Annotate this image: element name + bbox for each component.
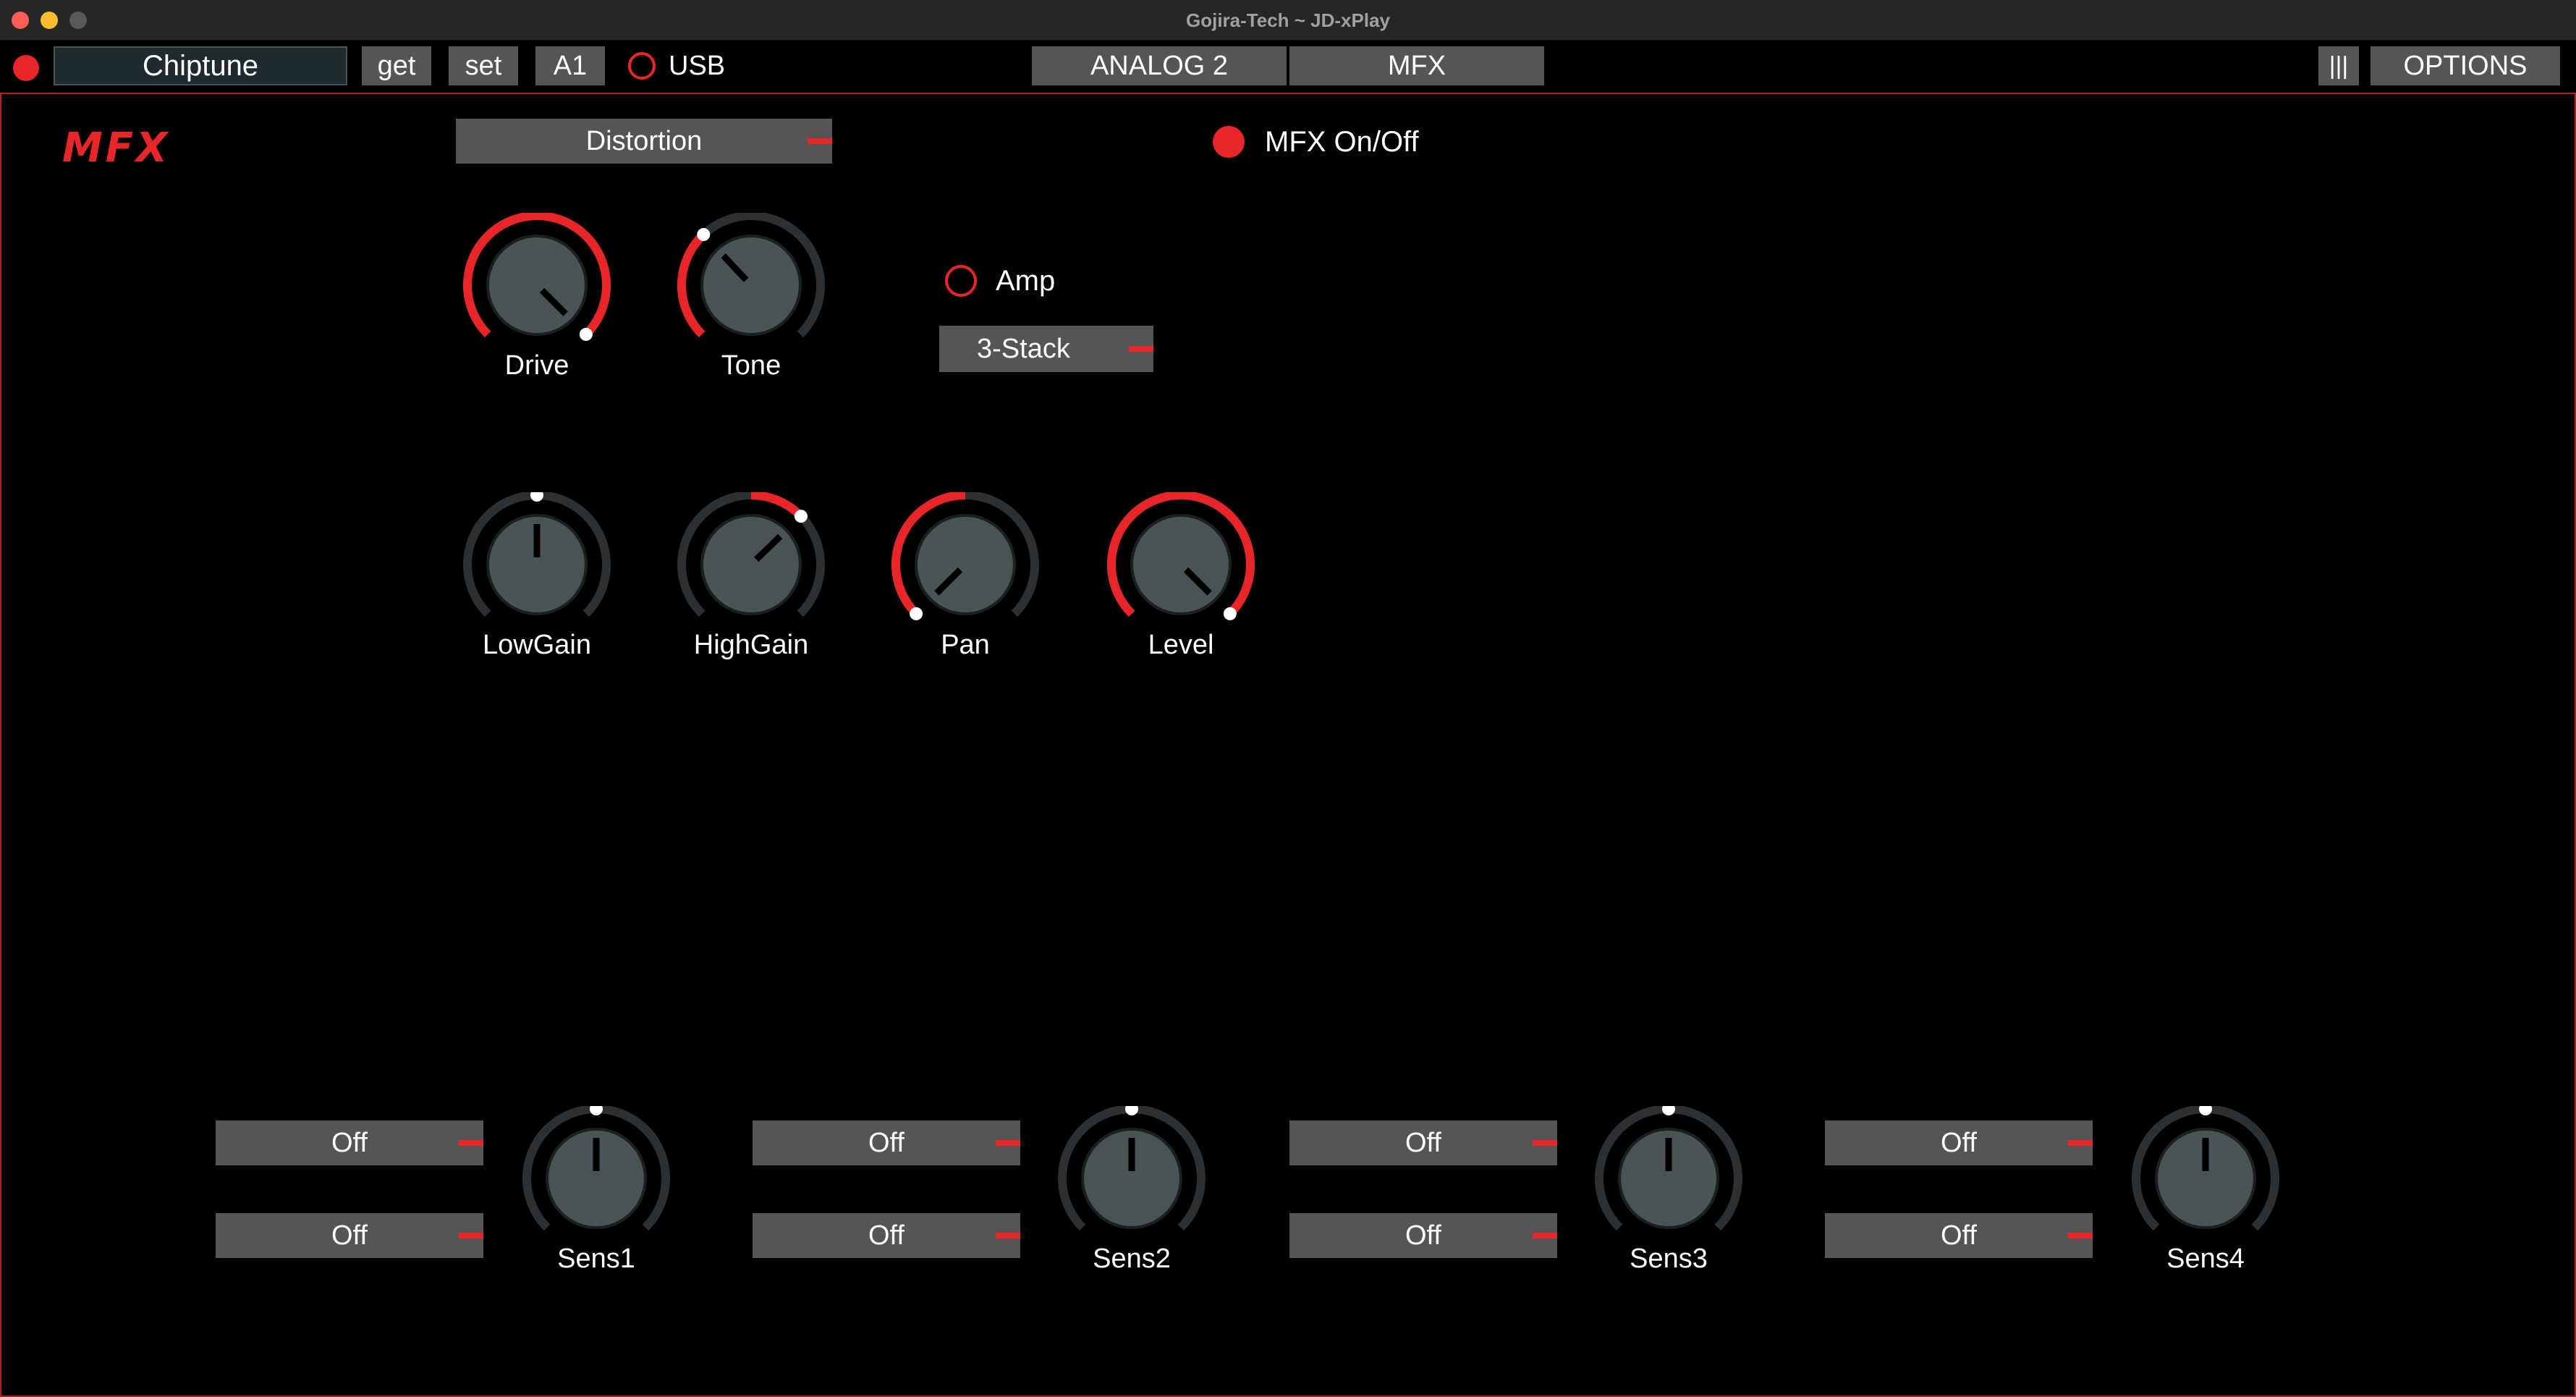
amp-type-select[interactable]: 3-Stack bbox=[939, 326, 1153, 372]
tab-mfx[interactable]: MFX bbox=[1289, 46, 1544, 85]
select-value: Off bbox=[331, 1220, 368, 1251]
knob-body bbox=[915, 514, 1016, 615]
knob-value-dot bbox=[590, 1106, 603, 1115]
get-button[interactable]: get bbox=[362, 46, 431, 85]
knob-value-dot bbox=[1662, 1106, 1675, 1115]
select-value: Off bbox=[1941, 1128, 1977, 1158]
send-4-source-a-select[interactable]: Off bbox=[1825, 1120, 2093, 1165]
knob-graphic bbox=[891, 492, 1039, 620]
knob-highgain[interactable]: HighGain bbox=[671, 492, 831, 660]
knob-label: Sens3 bbox=[1630, 1244, 1708, 1274]
mfx-panel: MFX Distortion MFX On/Off Amp 3-Stack Dr… bbox=[0, 93, 2576, 1397]
knob-graphic bbox=[1595, 1106, 1742, 1231]
knob-graphic bbox=[1107, 492, 1255, 620]
mfx-logo: MFX bbox=[62, 124, 171, 172]
knob-label: LowGain bbox=[483, 630, 591, 660]
knob-graphic bbox=[677, 492, 825, 617]
set-button[interactable]: set bbox=[449, 46, 518, 85]
select-value: Off bbox=[1405, 1220, 1441, 1251]
knob-graphic bbox=[522, 1106, 670, 1231]
select-value: Off bbox=[1405, 1128, 1441, 1158]
knob-sens2[interactable]: Sens2 bbox=[1052, 1106, 1211, 1274]
mfx-type-value: Distortion bbox=[585, 126, 703, 156]
knob-body bbox=[700, 514, 802, 615]
knob-value-dot bbox=[1125, 1106, 1138, 1115]
knob-graphic bbox=[677, 213, 825, 338]
options-button[interactable]: OPTIONS bbox=[2370, 46, 2560, 85]
knob-label: Pan bbox=[941, 630, 990, 660]
mfx-onoff-label: MFX On/Off bbox=[1265, 126, 1419, 158]
knob-value-arc bbox=[677, 231, 707, 338]
usb-radio[interactable] bbox=[628, 52, 656, 80]
dropdown-indicator-icon bbox=[1533, 1233, 1557, 1238]
knob-sens4[interactable]: Sens4 bbox=[2126, 1106, 2285, 1274]
knob-value-arc bbox=[750, 492, 805, 520]
knob-drive[interactable]: Drive bbox=[457, 213, 617, 381]
dropdown-indicator-icon bbox=[459, 1140, 483, 1146]
toolbar: Chiptune get set A1 USB ANALOG 2 MFX |||… bbox=[0, 41, 2576, 93]
knob-level[interactable]: Level bbox=[1101, 492, 1261, 660]
select-value: Off bbox=[868, 1220, 904, 1251]
title-bar: Gojira-Tech ~ JD-xPlay bbox=[0, 0, 2576, 41]
dropdown-indicator-icon bbox=[996, 1140, 1020, 1146]
send-4-source-b-select[interactable]: Off bbox=[1825, 1213, 2093, 1258]
amp-label: Amp bbox=[996, 265, 1056, 297]
knob-value-dot bbox=[910, 607, 923, 620]
knob-label: Tone bbox=[721, 350, 781, 381]
patch-name-field[interactable]: Chiptune bbox=[54, 46, 347, 85]
send-2-source-a-select[interactable]: Off bbox=[753, 1120, 1020, 1165]
knob-label: Level bbox=[1148, 630, 1214, 660]
knob-value-dot bbox=[1223, 607, 1237, 620]
dropdown-indicator-icon bbox=[2068, 1140, 2093, 1146]
usb-label: USB bbox=[669, 51, 726, 81]
knob-label: Drive bbox=[504, 350, 569, 381]
knob-tone[interactable]: Tone bbox=[671, 213, 831, 381]
mfx-onoff-toggle[interactable] bbox=[1213, 126, 1245, 158]
send-3-source-a-select[interactable]: Off bbox=[1289, 1120, 1557, 1165]
menu-icon[interactable]: ||| bbox=[2318, 46, 2359, 85]
window-title: Gojira-Tech ~ JD-xPlay bbox=[1185, 9, 1390, 31]
knob-sens3[interactable]: Sens3 bbox=[1589, 1106, 1748, 1274]
select-value: Off bbox=[868, 1128, 904, 1158]
knob-label: Sens1 bbox=[557, 1244, 635, 1274]
knob-value-dot bbox=[530, 492, 543, 502]
amp-toggle[interactable] bbox=[945, 265, 977, 297]
knob-body bbox=[1130, 514, 1232, 615]
knob-value-dot bbox=[794, 510, 808, 523]
amp-type-value: 3-Stack bbox=[977, 334, 1070, 364]
knob-body bbox=[700, 235, 802, 336]
select-value: Off bbox=[1941, 1220, 1977, 1251]
knob-graphic bbox=[463, 213, 611, 341]
send-2-source-b-select[interactable]: Off bbox=[753, 1213, 1020, 1258]
status-indicator-dot bbox=[13, 55, 39, 81]
dropdown-indicator-icon bbox=[808, 138, 832, 144]
knob-graphic bbox=[463, 492, 611, 617]
knob-value-dot bbox=[2199, 1106, 2212, 1115]
dropdown-indicator-icon bbox=[459, 1233, 483, 1238]
knob-label: Sens4 bbox=[2166, 1244, 2245, 1274]
dropdown-indicator-icon bbox=[1533, 1140, 1557, 1146]
send-1-source-b-select[interactable]: Off bbox=[216, 1213, 483, 1258]
tab-analog-2[interactable]: ANALOG 2 bbox=[1032, 46, 1287, 85]
knob-value-dot bbox=[579, 327, 593, 341]
dropdown-indicator-icon bbox=[2068, 1233, 2093, 1238]
knob-graphic bbox=[2132, 1106, 2279, 1231]
knob-body bbox=[486, 235, 588, 336]
bank-button[interactable]: A1 bbox=[535, 46, 605, 85]
knob-label: HighGain bbox=[693, 630, 809, 660]
knob-value-dot bbox=[697, 228, 711, 242]
send-1-source-a-select[interactable]: Off bbox=[216, 1120, 483, 1165]
select-value: Off bbox=[331, 1128, 368, 1158]
mfx-type-select[interactable]: Distortion bbox=[456, 119, 832, 164]
knob-label: Sens2 bbox=[1093, 1244, 1171, 1274]
knob-lowgain[interactable]: LowGain bbox=[457, 492, 617, 660]
knob-sens1[interactable]: Sens1 bbox=[517, 1106, 676, 1274]
dropdown-indicator-icon bbox=[1129, 346, 1153, 352]
send-3-source-b-select[interactable]: Off bbox=[1289, 1213, 1557, 1258]
knob-pan[interactable]: Pan bbox=[886, 492, 1045, 660]
dropdown-indicator-icon bbox=[996, 1233, 1020, 1238]
knob-graphic bbox=[1058, 1106, 1206, 1231]
